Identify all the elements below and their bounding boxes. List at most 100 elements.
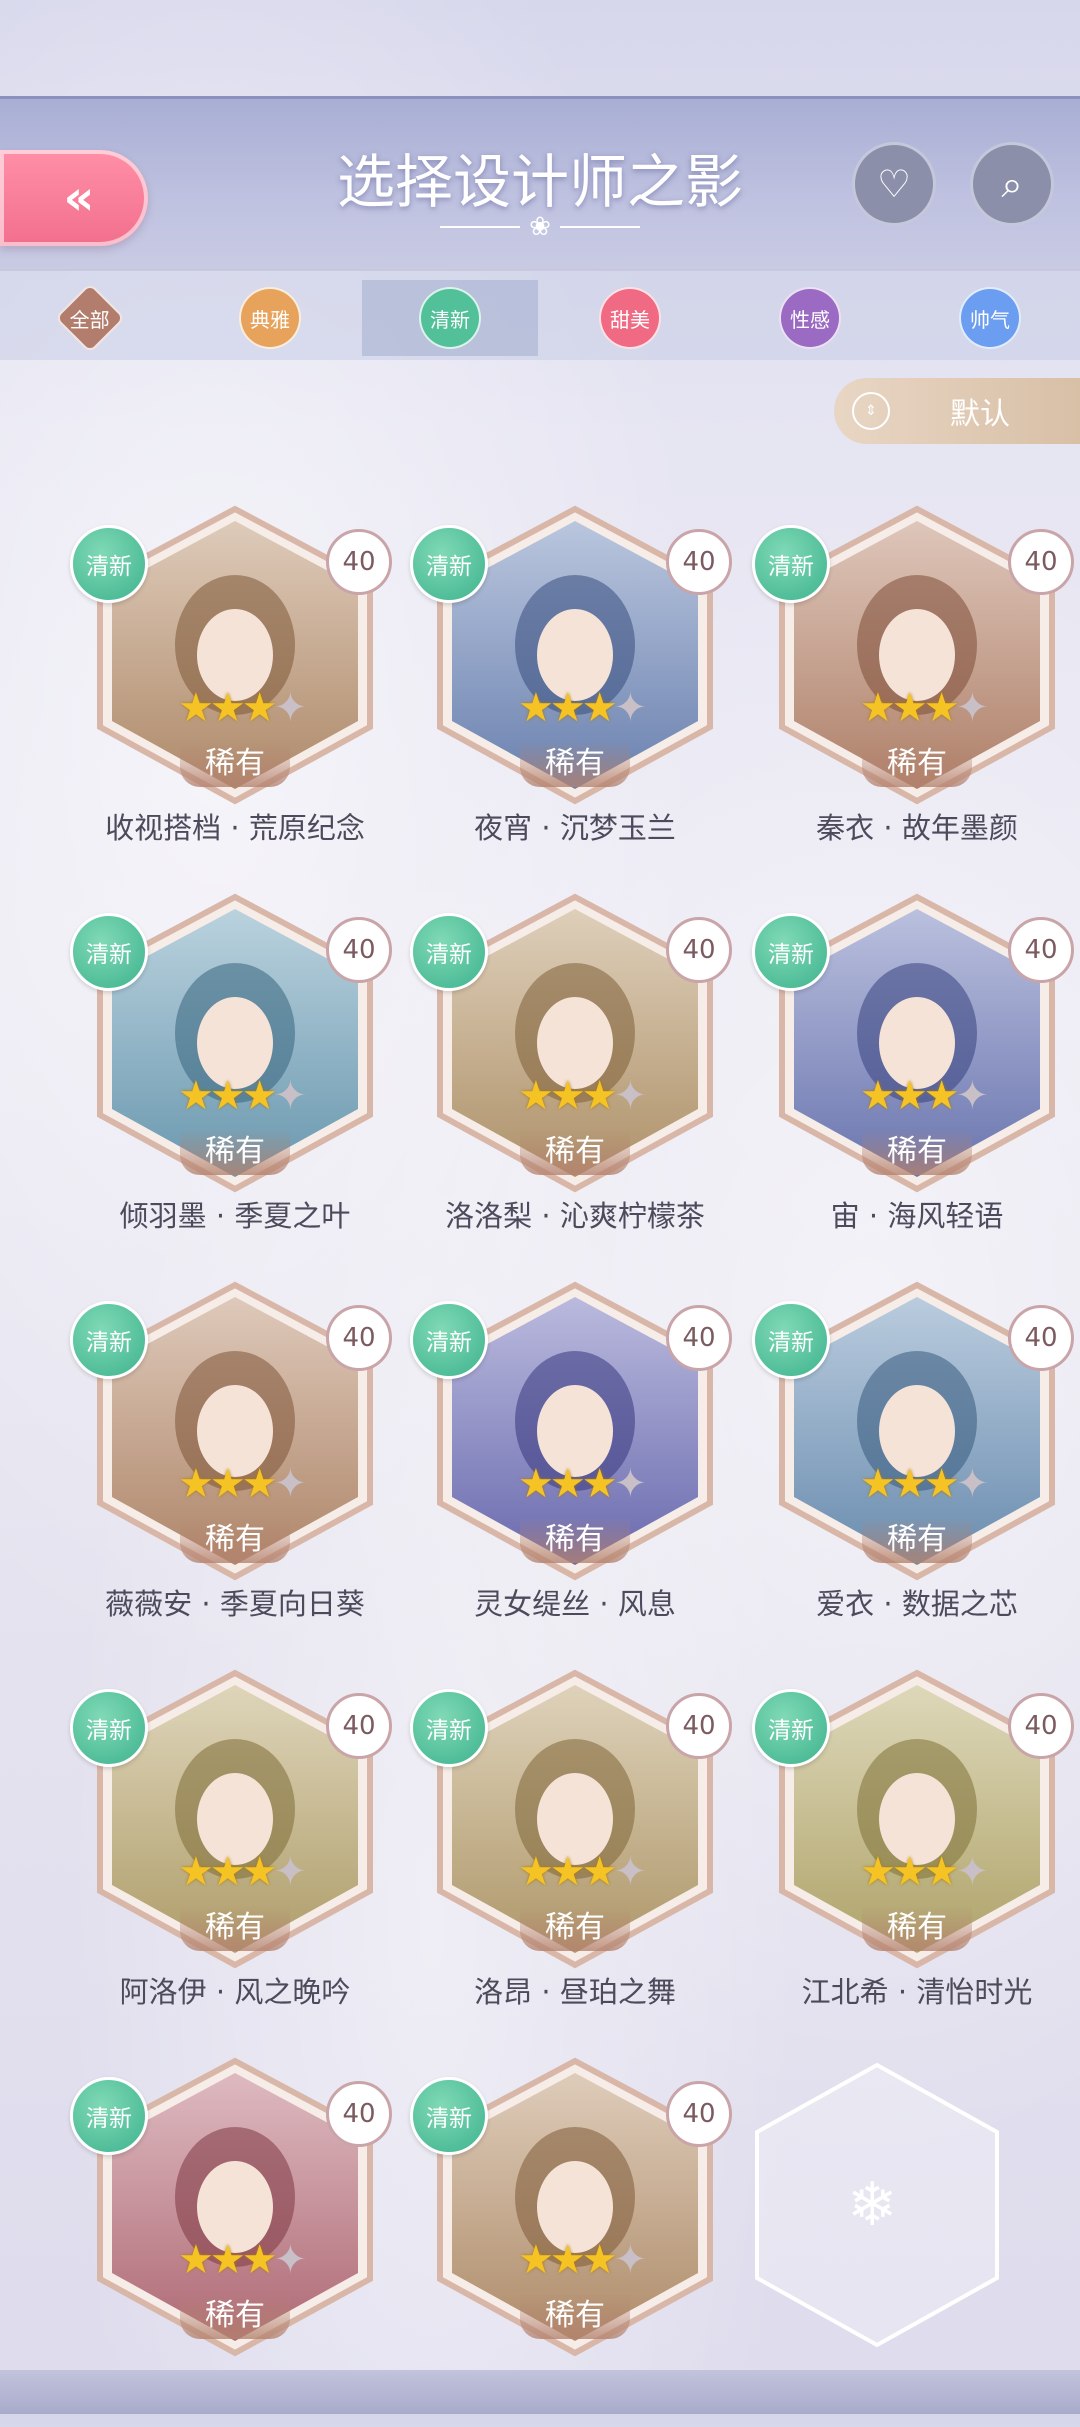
star-icon: ★	[209, 1073, 246, 1119]
filter-tab-elegant[interactable]: 典雅	[182, 280, 358, 356]
rarity-label: 稀有	[862, 1129, 972, 1175]
star-icon: ★	[891, 1073, 928, 1119]
filter-tab-fresh[interactable]: 清新	[362, 280, 538, 356]
character-name: 江北希 · 清怡时光	[801, 1975, 1033, 2009]
style-tag: 清新	[752, 1689, 830, 1767]
style-tag: 清新	[410, 913, 488, 991]
character-name: 倾羽墨 · 季夏之叶	[119, 1199, 351, 1233]
level-badge: 40	[326, 917, 392, 983]
star-icon: ★	[923, 1849, 960, 1895]
star-icon: ★	[549, 2237, 586, 2283]
rarity-label: 稀有	[520, 741, 630, 787]
character-card[interactable]: 清新 40 ★★★✦ 稀有 宙 · 海风轻语	[752, 893, 1080, 1263]
search-button[interactable]: ⌕	[970, 142, 1054, 226]
star-empty-icon: ✦	[955, 1461, 989, 1507]
search-icon: ⌕	[1001, 161, 1023, 206]
star-icon: ★	[923, 685, 960, 731]
back-button[interactable]: «	[0, 150, 148, 246]
rarity-label: 稀有	[180, 1517, 290, 1563]
star-icon: ★	[581, 1073, 618, 1119]
filter-badge: 帅气	[959, 287, 1021, 349]
character-card[interactable]: 清新 40 ★★★✦ 稀有 灵女缇丝 · 风息	[410, 1281, 740, 1651]
style-tag: 清新	[410, 525, 488, 603]
sort-arrows-icon: ⇕	[852, 392, 890, 430]
character-name: 洛洛梨 · 沁爽柠檬茶	[445, 1199, 705, 1233]
star-rating: ★★★✦	[178, 2237, 307, 2283]
star-rating: ★★★✦	[518, 685, 647, 731]
star-empty-icon: ✦	[955, 1849, 989, 1895]
rarity-label: 稀有	[180, 1129, 290, 1175]
star-empty-icon: ✦	[613, 2237, 647, 2283]
star-icon: ★	[549, 1849, 586, 1895]
style-tag: 清新	[70, 1301, 148, 1379]
character-name: 灵女缇丝 · 风息	[474, 1587, 676, 1621]
star-icon: ★	[209, 1849, 246, 1895]
style-tag: 清新	[410, 2077, 488, 2155]
character-card[interactable]: 清新 40 ★★★✦ 稀有 薇薇安 · 季夏向日葵	[70, 1281, 400, 1651]
star-empty-icon: ✦	[273, 2237, 307, 2283]
star-icon: ★	[241, 1073, 278, 1119]
star-icon: ★	[891, 685, 928, 731]
heart-icon: ♡	[876, 162, 912, 206]
filter-tab-all[interactable]: 全部	[2, 280, 178, 356]
star-icon: ★	[923, 1073, 960, 1119]
character-card[interactable]: 清新 40 ★★★✦ 稀有 倾羽墨 · 季夏之叶	[70, 893, 400, 1263]
star-empty-icon: ✦	[613, 1073, 647, 1119]
star-icon: ★	[860, 1461, 896, 1507]
level-badge: 40	[326, 1305, 392, 1371]
style-tag: 清新	[70, 913, 148, 991]
star-icon: ★	[518, 2237, 554, 2283]
level-badge: 40	[1008, 1305, 1074, 1371]
star-icon: ★	[241, 2237, 278, 2283]
filter-tab-sexy[interactable]: 性感	[722, 280, 898, 356]
star-empty-icon: ✦	[613, 1849, 647, 1895]
star-icon: ★	[209, 685, 246, 731]
empty-slot: ❄	[752, 2060, 1002, 2350]
character-name: 秦衣 · 故年墨颜	[816, 811, 1018, 845]
character-card[interactable]: 清新 40 ★★★✦ 稀有 洛洛梨 · 沁爽柠檬茶	[410, 893, 740, 1263]
character-name: 阿洛伊 · 风之晚吟	[119, 1975, 351, 2009]
character-card[interactable]: 清新 40 ★★★✦ 稀有 洛昂 · 昼珀之舞	[410, 1669, 740, 2039]
star-empty-icon: ✦	[613, 1461, 647, 1507]
star-icon: ★	[860, 1073, 896, 1119]
character-name: 爱衣 · 数据之芯	[816, 1587, 1018, 1621]
sort-button[interactable]: ⇕ 默认	[834, 378, 1080, 444]
star-icon: ★	[860, 685, 896, 731]
character-card[interactable]: 清新 40 ★★★✦ 稀有 收视搭档 · 荒原纪念	[70, 505, 400, 875]
double-chevron-left-icon: «	[63, 170, 94, 226]
style-tag: 清新	[752, 913, 830, 991]
rarity-label: 稀有	[180, 741, 290, 787]
star-rating: ★★★✦	[518, 1849, 647, 1895]
rarity-label: 稀有	[180, 2293, 290, 2339]
filter-tab-cool[interactable]: 帅气	[902, 280, 1078, 356]
star-icon: ★	[241, 685, 278, 731]
filter-badge: 典雅	[239, 287, 301, 349]
style-tag: 清新	[752, 1301, 830, 1379]
favorite-button[interactable]: ♡	[852, 142, 936, 226]
level-badge: 40	[666, 529, 732, 595]
character-card[interactable]: 清新 40 ★★★✦ 稀有 阿洛伊 · 风之晚吟	[70, 1669, 400, 2039]
star-icon: ★	[518, 1073, 554, 1119]
star-icon: ★	[178, 1849, 214, 1895]
level-badge: 40	[666, 2081, 732, 2147]
character-name: 收视搭档 · 荒原纪念	[105, 811, 365, 845]
level-badge: 40	[326, 1693, 392, 1759]
character-card[interactable]: 清新 40 ★★★✦ 稀有 秦衣 · 故年墨颜	[752, 505, 1080, 875]
star-rating: ★★★✦	[860, 685, 989, 731]
character-card[interactable]: 清新 40 ★★★✦ 稀有 爱衣 · 数据之芯	[752, 1281, 1080, 1651]
rarity-label: 稀有	[520, 2293, 630, 2339]
character-card[interactable]: 清新 40 ★★★✦ 稀有 夜宵 · 沉梦玉兰	[410, 505, 740, 875]
rarity-label: 稀有	[180, 1905, 290, 1951]
star-icon: ★	[860, 1849, 896, 1895]
style-tag: 清新	[70, 1689, 148, 1767]
star-icon: ★	[581, 2237, 618, 2283]
star-icon: ★	[178, 1073, 214, 1119]
character-card[interactable]: 清新 40 ★★★✦ 稀有 江北希 · 清怡时光	[752, 1669, 1080, 2039]
star-empty-icon: ✦	[955, 685, 989, 731]
star-icon: ★	[178, 2237, 214, 2283]
star-icon: ★	[549, 685, 586, 731]
filter-tab-sweet[interactable]: 甜美	[542, 280, 718, 356]
star-icon: ★	[178, 685, 214, 731]
character-name: 夜宵 · 沉梦玉兰	[474, 811, 676, 845]
star-icon: ★	[518, 685, 554, 731]
